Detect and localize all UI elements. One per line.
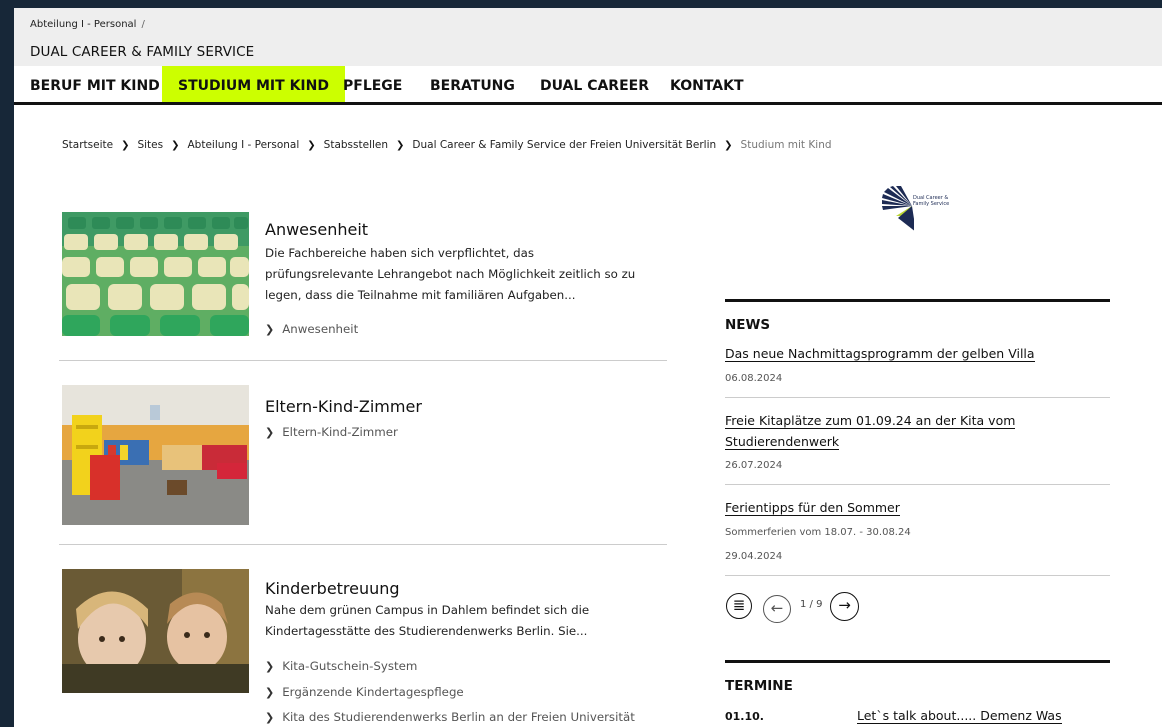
logo-text-line-2: Family Service [913, 200, 950, 207]
dual-career-logo-icon[interactable] [882, 186, 914, 232]
teaser-link-label: Kita des Studierendenwerks Berlin an der… [282, 710, 635, 724]
breadcrumb-item-startseite[interactable]: Startseite [62, 139, 113, 151]
termine-heading: TERMINE [725, 678, 793, 694]
news-item-link[interactable]: Freie Kitaplätze zum 01.09.24 an der Kit… [725, 410, 1055, 452]
teaser-eltern-kind-zimmer: Eltern-Kind-Zimmer ❯ Eltern-Kind-Zimmer [59, 385, 669, 525]
termine-rule [725, 660, 1110, 663]
news-rule [725, 299, 1110, 302]
news-pager: 1 / 9 [800, 599, 823, 610]
chevron-right-icon: ❯ [265, 426, 275, 439]
nav-item-dual-career[interactable]: DUAL CAREER [524, 66, 665, 102]
nav-item-beratung[interactable]: BERATUNG [414, 66, 531, 102]
news-item-subtitle: Sommerferien vom 18.07. - 30.08.24 [725, 527, 911, 538]
breadcrumb: Startseite ❯ Sites ❯ Abteilung I - Personal ❯… [62, 139, 832, 151]
teaser-link[interactable]: ❯ Kita-Gutschein-System [265, 659, 417, 673]
nav-item-studium-mit-kind[interactable]: STUDIUM MIT KIND [162, 66, 345, 102]
news-prev-button[interactable]: ← [763, 595, 791, 623]
teaser-title[interactable]: Eltern-Kind-Zimmer [265, 397, 422, 416]
teaser-link-label: Ergänzende Kindertagespflege [282, 685, 464, 699]
news-divider [725, 575, 1110, 576]
teaser-anwesenheit: Anwesenheit Die Fachbereiche haben sich … [59, 212, 669, 342]
teaser-link[interactable]: ❯ Ergänzende Kindertagespflege [265, 685, 464, 699]
nav-item-beruf-mit-kind[interactable]: BERUF MIT KIND [14, 66, 176, 102]
header-breadcrumb: Abteilung I - Personal / [30, 19, 145, 30]
news-item-title: Freie Kitaplätze zum 01.09.24 an der Kit… [725, 413, 1016, 450]
page: Abteilung I - Personal / DUAL CAREER & FA… [14, 8, 1162, 727]
termin-title: Let`s talk about..... Demenz Was [857, 708, 1062, 724]
teaser-link-label: Anwesenheit [282, 322, 359, 336]
news-item-link[interactable]: Ferientipps für den Sommer [725, 497, 1055, 518]
teaser-description: Die Fachbereiche haben sich verpflichtet… [265, 246, 636, 302]
main-nav: BERUF MIT KIND STUDIUM MIT KIND PFLEGE B… [14, 66, 1162, 105]
teaser-link[interactable]: ❯ Anwesenheit [265, 322, 358, 336]
teaser-title[interactable]: Kinderbetreuung [265, 579, 400, 598]
news-divider [725, 484, 1110, 485]
header-breadcrumb-link[interactable]: Abteilung I - Personal [30, 19, 136, 30]
chevron-right-icon: ❯ [265, 686, 275, 699]
parent-child-room-image[interactable] [62, 385, 249, 525]
arrow-right-icon: → [838, 596, 851, 614]
news-item-title: Ferientipps für den Sommer [725, 500, 900, 516]
chevron-right-icon: ❯ [121, 140, 130, 151]
news-list-button[interactable]: ≣ [726, 593, 752, 619]
breadcrumb-item-stabsstellen[interactable]: Stabsstellen [324, 139, 388, 151]
arrow-left-icon: ← [770, 599, 784, 617]
site-header: Abteilung I - Personal / DUAL CAREER & FA… [14, 8, 1162, 66]
termin-link[interactable]: Let`s talk about..... Demenz Was [857, 708, 1062, 724]
stadium-seats-image[interactable] [62, 212, 249, 336]
breadcrumb-item-abteilung[interactable]: Abteilung I - Personal [188, 139, 300, 151]
teaser-kinderbetreuung: Kinderbetreuung Nahe dem grünen Campus i… [59, 569, 669, 727]
teaser-description: Nahe dem grünen Campus in Dahlem befinde… [265, 603, 590, 638]
chevron-right-icon: ❯ [307, 140, 316, 151]
site-title[interactable]: DUAL CAREER & FAMILY SERVICE [30, 44, 254, 60]
chevron-right-icon: ❯ [171, 140, 180, 151]
teaser-link[interactable]: ❯ Kita des Studierendenwerks Berlin an de… [265, 710, 635, 724]
divider [59, 544, 667, 545]
news-item-date: 26.07.2024 [725, 460, 783, 471]
logo-text: Dual Career & Family Service [913, 195, 950, 207]
chevron-right-icon: ❯ [265, 323, 275, 336]
breadcrumb-item-current: Studium mit Kind [740, 139, 832, 151]
termin-date: 01.10. [725, 710, 764, 723]
breadcrumb-item-dual-career[interactable]: Dual Career & Family Service der Freien … [412, 139, 716, 151]
list-icon: ≣ [732, 596, 746, 614]
teaser-link[interactable]: ❯ Eltern-Kind-Zimmer [265, 425, 398, 439]
nav-item-kontakt[interactable]: KONTAKT [654, 66, 760, 102]
children-image[interactable] [62, 569, 249, 693]
news-item-date: 06.08.2024 [725, 373, 783, 384]
news-heading: NEWS [725, 317, 771, 333]
chevron-right-icon: ❯ [724, 140, 733, 151]
news-item-link[interactable]: Das neue Nachmittagsprogramm der gelben … [725, 343, 1055, 364]
chevron-right-icon: ❯ [265, 660, 275, 673]
header-breadcrumb-separator: / [141, 19, 145, 30]
teaser-link-label: Eltern-Kind-Zimmer [282, 425, 398, 439]
nav-item-pflege[interactable]: PFLEGE [327, 66, 418, 102]
news-next-button[interactable]: → [830, 592, 859, 621]
news-item-date: 29.04.2024 [725, 551, 783, 562]
news-divider [725, 397, 1110, 398]
chevron-right-icon: ❯ [396, 140, 405, 151]
teaser-title[interactable]: Anwesenheit [265, 220, 368, 239]
chevron-right-icon: ❯ [265, 711, 275, 724]
teaser-link-label: Kita-Gutschein-System [282, 659, 418, 673]
divider [59, 360, 667, 361]
breadcrumb-item-sites[interactable]: Sites [137, 139, 163, 151]
news-item-title: Das neue Nachmittagsprogramm der gelben … [725, 346, 1035, 362]
